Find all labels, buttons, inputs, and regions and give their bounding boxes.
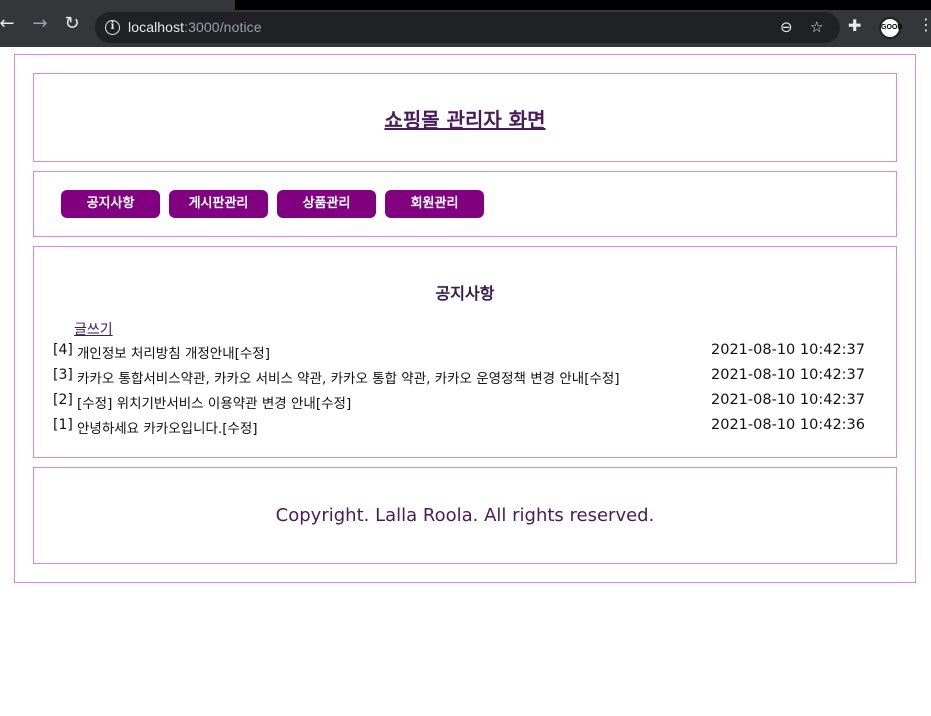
back-icon[interactable]: ←	[0, 14, 17, 34]
nav-button-products[interactable]: 상품관리	[277, 190, 376, 218]
address-bar[interactable]: i localhost:3000/notice ⊖ ☆	[95, 12, 840, 43]
notice-row: [2] [수정] 위치기반서비스 이용약관 변경 안내[수정] 2021-08-…	[53, 392, 865, 414]
notice-row: [1] 안녕하세요 카카오입니다.[수정] 2021-08-10 10:42:3…	[53, 417, 865, 439]
notice-title-link[interactable]: 안녕하세요 카카오입니다.[수정]	[77, 417, 258, 437]
footer-section: Copyright. Lalla Roola. All rights reser…	[33, 467, 897, 564]
star-icon[interactable]: ☆	[810, 18, 823, 36]
nav-section: 공지사항 게시판관리 상품관리 회원관리	[33, 171, 897, 237]
url-path: :3000/notice	[184, 19, 262, 35]
notice-title-link[interactable]: 카카오 통합서비스약관, 카카오 서비스 약관, 카카오 통합 약관, 카카오 …	[77, 367, 620, 387]
site-title-link[interactable]: 쇼핑몰 관리자 화면	[34, 104, 896, 133]
notice-date: 2021-08-10 10:42:37	[711, 367, 865, 383]
nav-button-board[interactable]: 게시판관리	[169, 190, 268, 218]
notice-section: 공지사항 글쓰기 [4] 개인정보 처리방침 개정안내[수정] 2021-08-…	[33, 246, 897, 458]
profile-avatar[interactable]: GOOD	[879, 17, 902, 39]
url-text[interactable]: localhost:3000/notice	[128, 19, 262, 35]
extensions-icon[interactable]: ✚	[848, 16, 861, 35]
notice-row: [3] 카카오 통합서비스약관, 카카오 서비스 약관, 카카오 통합 약관, …	[53, 367, 865, 389]
info-icon[interactable]: i	[105, 20, 120, 35]
notice-number: [3]	[53, 367, 73, 383]
browser-toolbar: ← → ↻ i localhost:3000/notice ⊖ ☆ ✚ GOOD…	[0, 0, 931, 47]
notice-number: [2]	[53, 392, 73, 408]
notice-title-link[interactable]: 개인정보 처리방침 개정안내[수정]	[77, 342, 270, 362]
notice-number: [4]	[53, 342, 73, 358]
notice-date: 2021-08-10 10:42:37	[711, 342, 865, 358]
tab-strip	[235, 0, 931, 10]
header-section: 쇼핑몰 관리자 화면	[33, 73, 897, 162]
copyright-text: Copyright. Lalla Roola. All rights reser…	[275, 505, 655, 526]
page-content: 쇼핑몰 관리자 화면 공지사항 게시판관리 상품관리 회원관리 공지사항 글쓰기…	[0, 47, 931, 716]
notice-row: [4] 개인정보 처리방침 개정안내[수정] 2021-08-10 10:42:…	[53, 342, 865, 364]
reload-icon[interactable]: ↻	[62, 14, 82, 34]
url-host: localhost	[128, 19, 185, 35]
notice-title-link[interactable]: [수정] 위치기반서비스 이용약관 변경 안내[수정]	[77, 392, 351, 412]
menu-icon[interactable]: ⋮	[918, 17, 931, 33]
forward-icon[interactable]: →	[30, 14, 50, 34]
nav-button-members[interactable]: 회원관리	[385, 190, 484, 218]
main-container: 쇼핑몰 관리자 화면 공지사항 게시판관리 상품관리 회원관리 공지사항 글쓰기…	[14, 54, 916, 583]
nav-button-notice[interactable]: 공지사항	[61, 190, 160, 218]
write-link[interactable]: 글쓰기	[74, 319, 113, 339]
notice-date: 2021-08-10 10:42:37	[711, 392, 865, 408]
notice-number: [1]	[53, 417, 73, 433]
notice-heading: 공지사항	[435, 284, 495, 303]
notice-date: 2021-08-10 10:42:36	[711, 417, 865, 433]
zoom-icon[interactable]: ⊖	[780, 18, 793, 36]
